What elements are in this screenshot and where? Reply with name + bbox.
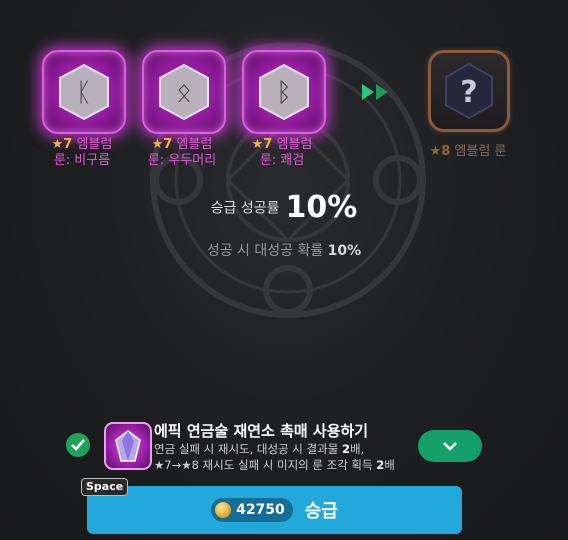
catalyst-item-icon (104, 422, 152, 470)
svg-text:ᛟ: ᛟ (176, 78, 192, 108)
upgrade-label: 승급 (304, 501, 338, 522)
rune-label-1: ★7 엠블럼 룬: 비구름 (51, 137, 113, 168)
catalyst-description: 연금 실패 시 재시도, 대성공 시 결과물 2배, ★7→★8 재시도 실패 … (154, 442, 395, 472)
svg-text:ᛒ: ᛒ (276, 78, 292, 108)
great-success-value: 10% (327, 243, 362, 259)
success-rate: 승급 성공률 10% (0, 190, 568, 225)
upgrade-cost-value: 42750 (236, 502, 285, 518)
result-rune-label: ★8 엠블럼 룬 (429, 144, 507, 159)
catalyst-title: 에픽 연금술 재연소 촉매 사용하기 (154, 422, 369, 440)
upgrade-button[interactable]: 42750 승급 (87, 486, 462, 534)
success-rate-label: 승급 성공률 (210, 200, 280, 217)
crystal-icon (115, 430, 141, 462)
question-hexagon-icon: ? (445, 62, 493, 120)
great-success-label: 성공 시 대성공 확률 (206, 243, 324, 259)
great-success-rate: 성공 시 대성공 확률 10% (0, 240, 568, 260)
space-hotkey-badge: Space (81, 478, 129, 496)
rune-label-3: ★7 엠블럼 룬: 쾌검 (251, 137, 313, 168)
hexagon-rune-icon: ᛕ (59, 63, 109, 121)
svg-text:ᛕ: ᛕ (76, 78, 92, 108)
rune-slot-1[interactable]: ᛕ (42, 50, 126, 134)
success-rate-value: 10% (285, 190, 358, 225)
hexagon-rune-icon: ᛒ (259, 63, 309, 121)
hexagon-rune-icon: ᛟ (159, 63, 209, 121)
catalyst-option: 에픽 연금술 재연소 촉매 사용하기 연금 실패 시 재시도, 대성공 시 결과… (0, 420, 568, 480)
check-icon (71, 439, 85, 451)
rune-slot-3[interactable]: ᛒ (242, 50, 326, 134)
rune-slot-2[interactable]: ᛟ (142, 50, 226, 134)
double-arrow-right-icon (362, 84, 388, 100)
rune-label-2: ★7 엠블럼 룬: 우두머리 (147, 137, 217, 168)
result-rune-slot: ? (428, 50, 510, 132)
svg-text:?: ? (460, 75, 477, 110)
chevron-down-icon (443, 442, 457, 451)
catalyst-checkbox[interactable] (66, 433, 90, 457)
upgrade-cost: 42750 (211, 498, 293, 522)
coin-icon (215, 502, 232, 518)
expand-options-button[interactable] (418, 430, 482, 462)
